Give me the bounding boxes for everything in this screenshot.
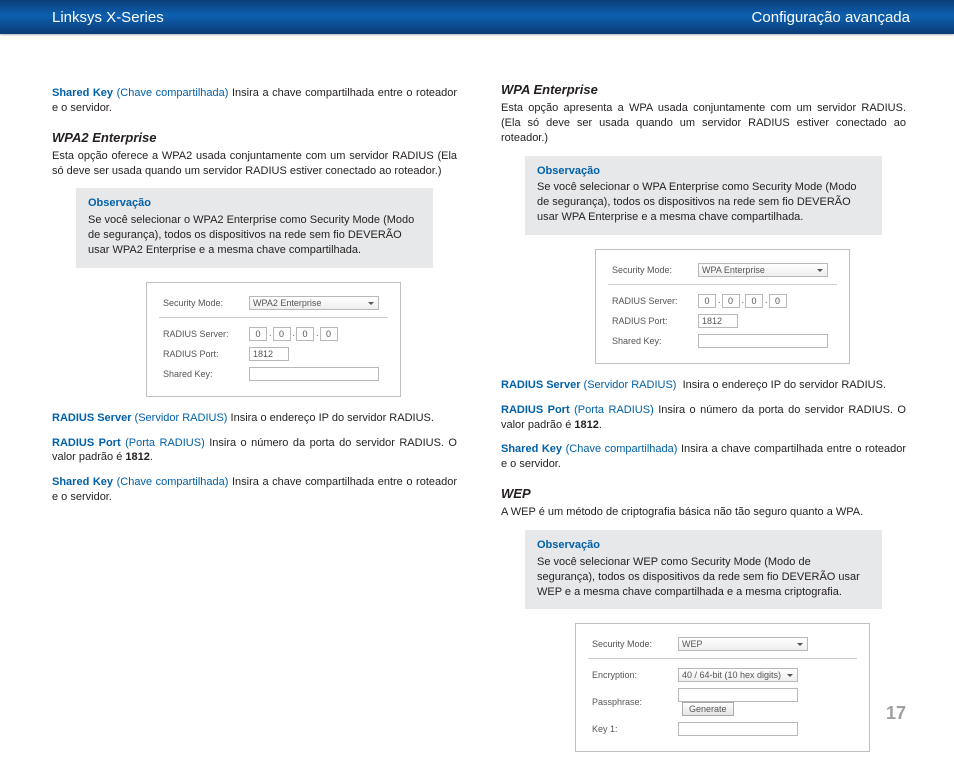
heading-wpa2-enterprise: WPA2 Enterprise [52, 130, 457, 145]
term-radius-server: RADIUS Server [52, 412, 131, 424]
ip-octet-2[interactable]: 0 [722, 294, 740, 308]
note-wpa2e-text: Se você selecionar o WPA2 Enterprise com… [88, 214, 414, 256]
screenshot-wpae: Security Mode: WPA Enterprise RADIUS Ser… [595, 249, 850, 364]
term-radius-port: RADIUS Port [501, 404, 570, 416]
shot-label-sharedkey: Shared Key: [159, 364, 245, 384]
screenshot-wpa2e: Security Mode: WPA2 Enterprise RADIUS Se… [146, 282, 401, 397]
note-title: Observação [88, 196, 421, 211]
para-shared-key-r: Shared Key (Chave compartilhada) Insira … [501, 442, 906, 472]
input-radius-port[interactable]: 1812 [698, 314, 738, 328]
shot-label-key1: Key 1: [588, 719, 674, 739]
shot-label-passphrase: Passphrase: [588, 685, 674, 719]
trans-shared-key: (Chave compartilhada) [566, 443, 678, 455]
shot-label-encryption: Encryption: [588, 665, 674, 685]
heading-wpa-enterprise: WPA Enterprise [501, 82, 906, 97]
para-radius-server-r: RADIUS Server (Servidor RADIUS) Insira o… [501, 378, 906, 393]
ip-octet-3[interactable]: 0 [296, 327, 314, 341]
note-wpa2e: Observação Se você selecionar o WPA2 Ent… [76, 188, 433, 267]
trans-radius-server: (Servidor RADIUS) [584, 379, 677, 391]
generate-button[interactable]: Generate [682, 702, 734, 716]
note-title: Observação [537, 538, 870, 553]
ip-input-group: 0.0.0.0 [245, 324, 388, 344]
term-shared-key: Shared Key [52, 476, 113, 488]
page-body: Shared Key (Chave compartilhada) Insira … [0, 34, 954, 766]
input-key1[interactable] [678, 722, 798, 736]
para-radius-port-r: RADIUS Port (Porta RADIUS) Insira o núme… [501, 403, 906, 433]
note-wpae-text: Se você selecionar o WPA Enterprise como… [537, 181, 857, 223]
ip-octet-2[interactable]: 0 [273, 327, 291, 341]
page-header: Linksys X-Series Configuração avançada [0, 0, 954, 34]
text-shared-key: Insira a chave compartilhada entre o rot… [52, 476, 457, 503]
para-shared-key: Shared Key (Chave compartilhada) Insira … [52, 475, 457, 505]
para-wep-desc: A WEP é um método de criptografia básica… [501, 505, 906, 520]
trans-shared-key: (Chave compartilhada) [117, 476, 229, 488]
ip-octet-1[interactable]: 0 [249, 327, 267, 341]
ip-octet-3[interactable]: 0 [745, 294, 763, 308]
heading-wep: WEP [501, 486, 906, 501]
shot-label-radiusserver: RADIUS Server: [608, 291, 694, 311]
input-shared-key[interactable] [249, 367, 379, 381]
para-wpae-desc: Esta opção apresenta a WPA usada conjunt… [501, 101, 906, 146]
shot-label-secmode: Security Mode: [608, 260, 694, 280]
note-wep-text: Se você selecionar WEP como Security Mod… [537, 556, 860, 598]
para-shared-intro: Shared Key (Chave compartilhada) Insira … [52, 86, 457, 116]
header-left: Linksys X-Series [52, 9, 164, 26]
text-shared-key-r: Insira a chave compartilhada entre o rot… [501, 443, 906, 470]
text-radius-port-r-bold: 1812 [574, 419, 598, 431]
note-title: Observação [537, 164, 870, 179]
shot-label-radiusport: RADIUS Port: [608, 311, 694, 331]
note-wep: Observação Se você selecionar WEP como S… [525, 530, 882, 609]
shot-label-radiusserver: RADIUS Server: [159, 324, 245, 344]
text-radius-server-r: Insira o endereço IP do servidor RADIUS. [683, 379, 886, 391]
trans-radius-server: (Servidor RADIUS) [135, 412, 228, 424]
para-wpa2e-desc: Esta opção oferece a WPA2 usada conjunta… [52, 149, 457, 179]
text-radius-port-bold: 1812 [125, 451, 149, 463]
para-radius-port: RADIUS Port (Porta RADIUS) Insira o núme… [52, 436, 457, 466]
text-radius-server: Insira o endereço IP do servidor RADIUS. [231, 412, 434, 424]
select-security-mode[interactable]: WEP [678, 637, 808, 651]
page-number: 17 [886, 703, 906, 724]
term-shared-key: Shared Key [501, 443, 562, 455]
screenshot-wep: Security Mode: WEP Encryption: 40 / 64-b… [575, 623, 870, 752]
trans-radius-port: (Porta RADIUS) [574, 404, 654, 416]
text-shared-intro: Insira a chave compartilhada entre o rot… [52, 87, 457, 114]
text-radius-port-r-b: . [599, 419, 602, 431]
input-radius-port[interactable]: 1812 [249, 347, 289, 361]
shot-label-sharedkey: Shared Key: [608, 331, 694, 351]
select-security-mode[interactable]: WPA Enterprise [698, 263, 828, 277]
note-wpae: Observação Se você selecionar o WPA Ente… [525, 156, 882, 235]
shot-label-secmode: Security Mode: [588, 634, 674, 654]
shot-label-radiusport: RADIUS Port: [159, 344, 245, 364]
term-radius-server: RADIUS Server [501, 379, 580, 391]
input-shared-key[interactable] [698, 334, 828, 348]
text-radius-port-b: . [150, 451, 153, 463]
select-encryption[interactable]: 40 / 64-bit (10 hex digits) [678, 668, 798, 682]
ip-octet-4[interactable]: 0 [320, 327, 338, 341]
para-radius-server: RADIUS Server (Servidor RADIUS) Insira o… [52, 411, 457, 426]
trans-radius-port: (Porta RADIUS) [125, 437, 205, 449]
ip-octet-4[interactable]: 0 [769, 294, 787, 308]
term-shared-key: Shared Key [52, 87, 113, 99]
right-column: WPA Enterprise Esta opção apresenta a WP… [501, 82, 906, 766]
term-radius-port: RADIUS Port [52, 437, 121, 449]
ip-octet-1[interactable]: 0 [698, 294, 716, 308]
left-column: Shared Key (Chave compartilhada) Insira … [52, 82, 457, 766]
input-passphrase[interactable] [678, 688, 798, 702]
header-right: Configuração avançada [752, 9, 910, 26]
shot-label-secmode: Security Mode: [159, 293, 245, 313]
trans-shared-key: (Chave compartilhada) [117, 87, 229, 99]
select-security-mode[interactable]: WPA2 Enterprise [249, 296, 379, 310]
